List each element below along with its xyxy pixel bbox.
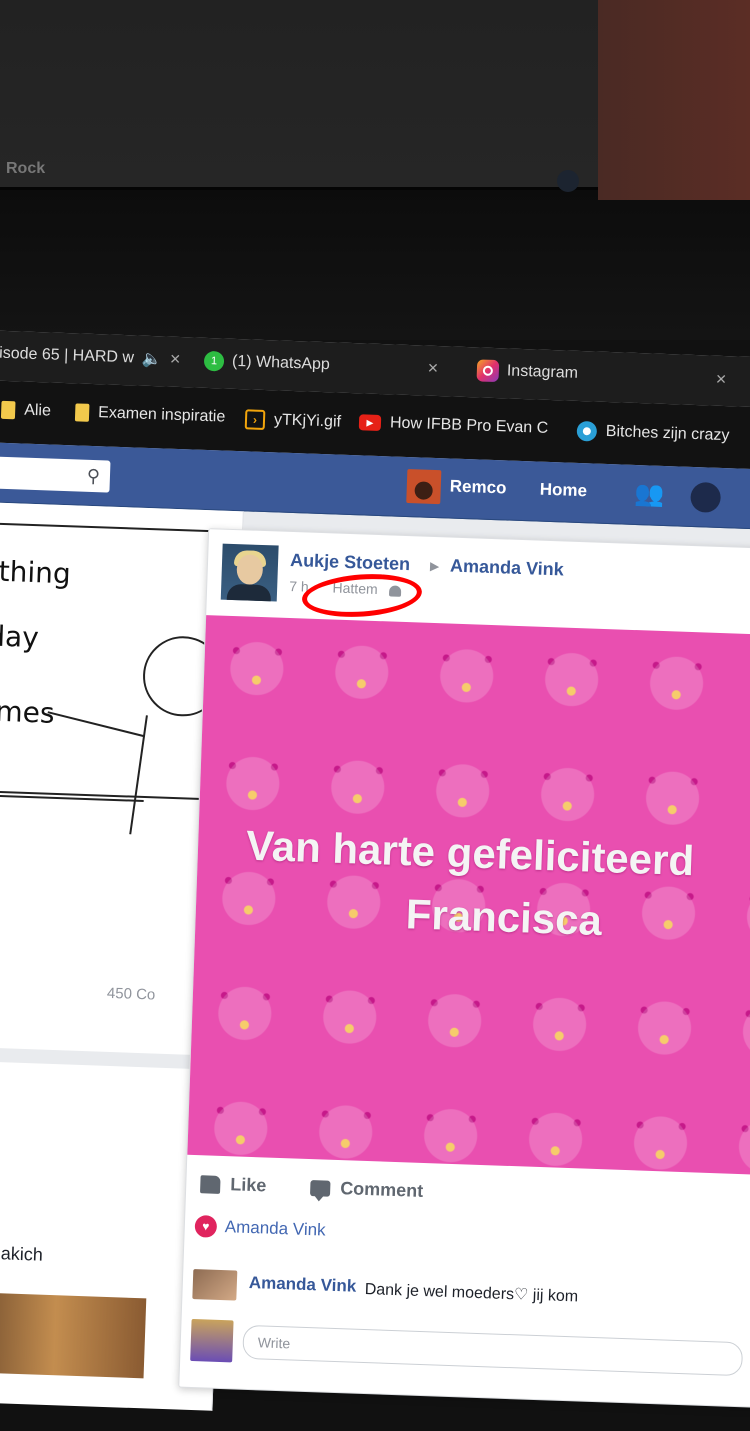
heart-icon: ♥ [194, 1215, 218, 1238]
reactions[interactable]: ♥ Amanda Vink [194, 1215, 326, 1242]
image-text: Francisca [405, 890, 603, 945]
tab-title: isode 65 | HARD w [0, 344, 135, 366]
search-icon[interactable]: ⚲ [86, 466, 100, 487]
post-author[interactable]: sef_Rakich [0, 1242, 43, 1266]
monitor-bezel: Rock [0, 0, 750, 340]
reaction-name[interactable]: Amanda Vink [224, 1217, 326, 1241]
close-icon[interactable]: × [716, 368, 727, 389]
avatar-shirt [226, 583, 272, 602]
comment-input[interactable]: Write [242, 1324, 744, 1377]
comment: Amanda Vink Dank je wel moeders♡ jij kom [192, 1267, 750, 1327]
bookmark-bitches[interactable]: Bitches zijn crazy [576, 420, 730, 446]
monitor-label: Rock [6, 160, 46, 177]
avatar-face [236, 554, 264, 586]
post-actions: Like Comment [186, 1165, 750, 1226]
comment-composer: Write [190, 1318, 750, 1389]
avatar[interactable] [192, 1269, 238, 1301]
tab-instagram[interactable]: Instagram × [476, 359, 727, 390]
bookmark-alie[interactable]: Alie [0, 400, 52, 421]
like-button[interactable]: Like [200, 1173, 267, 1196]
thumbs-up-icon [200, 1174, 221, 1194]
comic-image: othing day times [0, 522, 225, 835]
close-icon[interactable]: × [170, 349, 181, 370]
image-text: Van harte gefeliciteerd [245, 821, 695, 885]
camera-icon [557, 170, 579, 192]
browser-window: isode 65 | HARD w 🔈 × 1 (1) WhatsApp × I… [0, 330, 750, 1411]
comment-text: Dank je wel moeders♡ jij kom [364, 1281, 579, 1306]
bookmark-label: yTKjYi.gif [273, 411, 342, 431]
friends-icon[interactable]: 👥 [634, 480, 669, 508]
comment-button[interactable]: Comment [309, 1177, 424, 1202]
tab-title: (1) WhatsApp [231, 352, 331, 373]
bookmark-youtube[interactable]: ▶ How IFBB Pro Evan C [358, 413, 549, 438]
youtube-icon: ▶ [358, 414, 382, 432]
whatsapp-icon: 1 [203, 350, 225, 372]
folder-icon [0, 400, 16, 420]
avatar[interactable] [220, 543, 279, 602]
post-target[interactable]: Amanda Vink [450, 556, 564, 581]
gif-icon: › [244, 409, 266, 430]
annotation-circle [300, 570, 424, 621]
close-icon[interactable]: × [427, 358, 438, 379]
feed-post: Aukje Stoeten ▶ Amanda Vink 7 h Hattem V… [178, 528, 750, 1409]
like-label: Like [229, 1174, 267, 1196]
instagram-icon [476, 359, 500, 383]
search-input[interactable]: ⚲ [0, 455, 111, 493]
tab-video[interactable]: isode 65 | HARD w 🔈 × [0, 343, 181, 370]
post-author[interactable]: Aukje Stoeten [290, 550, 411, 575]
bookmark-label: How IFBB Pro Evan C [389, 414, 549, 437]
monitor-top-screen: Rock [0, 0, 600, 192]
avatar[interactable] [406, 469, 442, 505]
comic-text: othing [0, 554, 72, 591]
messenger-icon[interactable] [690, 481, 722, 513]
tab-title: Instagram [506, 362, 579, 382]
comment-icon [309, 1179, 331, 1197]
post-image[interactable]: Van harte gefeliciteerd Francisca [187, 615, 750, 1176]
comments-count[interactable]: 450 Co [107, 985, 156, 1004]
stick-figure-table [0, 794, 144, 802]
tab-whatsapp[interactable]: 1 (1) WhatsApp × [203, 350, 439, 379]
folder-icon [74, 403, 90, 422]
stick-figure-arm [47, 711, 146, 738]
bookmark-label: Bitches zijn crazy [605, 422, 730, 445]
bookmark-gif[interactable]: › yTKjYi.gif [244, 409, 342, 432]
post-image[interactable] [0, 1292, 147, 1379]
bookmark-label: Alie [23, 401, 52, 420]
background-wall [598, 0, 750, 200]
comic-text: day [0, 619, 40, 655]
comment-author[interactable]: Amanda Vink [249, 1273, 357, 1297]
arrow-right-icon: ▶ [429, 558, 440, 574]
profile-link[interactable]: Remco [449, 476, 507, 498]
eye-icon [576, 420, 598, 442]
avatar [190, 1318, 234, 1363]
bookmark-label: Examen inspiratie [97, 404, 226, 426]
comment-label: Comment [339, 1178, 424, 1201]
bookmark-examen[interactable]: Examen inspiratie [74, 403, 226, 426]
speaker-icon[interactable]: 🔈 [142, 348, 163, 369]
home-link[interactable]: Home [539, 480, 587, 502]
